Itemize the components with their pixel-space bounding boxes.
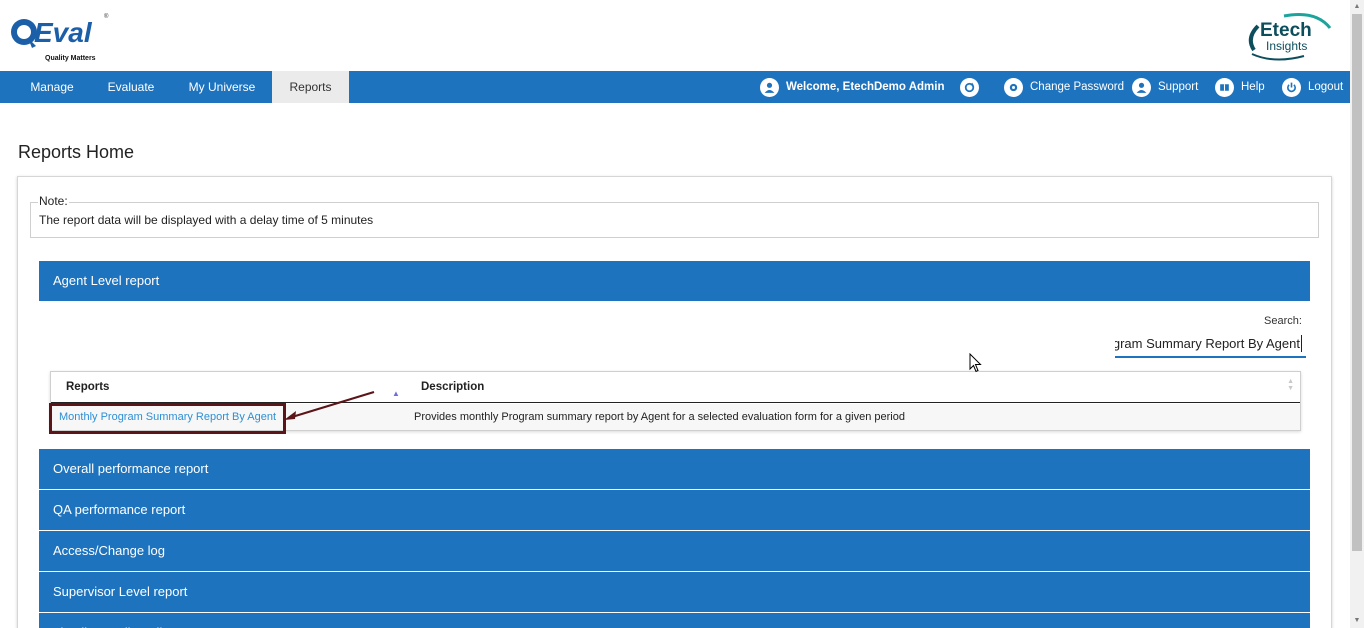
welcome-text: Welcome, EtechDemo Admin (786, 81, 945, 93)
highlight-annotation-box (49, 403, 286, 434)
svg-text:Insights: Insights (1266, 39, 1307, 53)
svg-text:®: ® (104, 13, 109, 20)
nav-manage[interactable]: Manage (18, 71, 86, 103)
mouse-cursor-icon (969, 353, 982, 373)
scroll-down-icon[interactable]: ▼ (1350, 614, 1364, 628)
scrollbar-thumb[interactable] (1352, 14, 1362, 551)
search-input[interactable]: gram Summary Report By Agent (1115, 332, 1306, 358)
logout-label: Logout (1308, 81, 1344, 93)
support-label: Support (1158, 81, 1199, 93)
help-link[interactable]: Help (1215, 71, 1265, 103)
support-icon (1132, 77, 1151, 97)
column-header-description[interactable]: Description ▲ ▼ (406, 372, 1300, 403)
reports-page: Eval ® Quality Matters Etech Insights Ma… (0, 0, 1364, 628)
refresh-button[interactable] (960, 71, 986, 103)
main-nav: Manage Evaluate My Universe Reports Welc… (0, 71, 1350, 103)
scroll-up-icon[interactable]: ▲ (1350, 0, 1364, 14)
note-text: The report data will be displayed with a… (39, 213, 374, 227)
nav-evaluate[interactable]: Evaluate (96, 71, 166, 103)
svg-text:Quality Matters: Quality Matters (45, 55, 96, 62)
svg-text:Etech: Etech (1260, 20, 1312, 41)
refresh-icon (960, 77, 979, 97)
power-icon (1282, 77, 1301, 97)
nav-my-universe[interactable]: My Universe (176, 71, 268, 103)
text-caret (1301, 335, 1302, 352)
access-change-log-header[interactable]: Access/Change log (39, 531, 1310, 571)
sort-both-icon: ▲ ▼ (1287, 378, 1294, 392)
change-password-label: Change Password (1030, 81, 1124, 93)
report-description: Provides monthly Program summary report … (406, 404, 1300, 430)
header-bar: Eval ® Quality Matters Etech Insights (0, 0, 1350, 71)
help-label: Help (1241, 81, 1265, 93)
book-icon (1215, 77, 1234, 97)
search-value: gram Summary Report By Agent (1115, 336, 1300, 351)
etech-insights-logo[interactable]: Etech Insights (1244, 10, 1340, 62)
search-label: Search: (1264, 315, 1302, 327)
support-link[interactable]: Support (1132, 71, 1198, 103)
annotation-arrow (284, 390, 375, 420)
logout-link[interactable]: Logout (1282, 71, 1343, 103)
supervisor-level-report-header[interactable]: Supervisor Level report (39, 572, 1310, 612)
column-header-description-label: Description (421, 381, 485, 393)
gear-icon (1004, 77, 1023, 97)
page-title: Reports Home (18, 142, 135, 162)
overall-performance-report-header[interactable]: Overall performance report (39, 449, 1310, 489)
svg-text:Eval: Eval (34, 17, 93, 48)
column-header-reports-label: Reports (66, 381, 110, 393)
qeval-logo[interactable]: Eval ® Quality Matters (10, 10, 110, 64)
user-icon (760, 77, 779, 97)
welcome-user[interactable]: Welcome, EtechDemo Admin (760, 71, 944, 103)
note-legend: Note: (38, 194, 69, 208)
timeline-audit-trail-header[interactable]: Timeline Audit Trail (39, 613, 1310, 628)
qa-performance-report-header[interactable]: QA performance report (39, 490, 1310, 530)
nav-reports[interactable]: Reports (272, 71, 349, 103)
change-password-link[interactable]: Change Password (1004, 71, 1124, 103)
agent-level-report-header[interactable]: Agent Level report (39, 261, 1310, 301)
